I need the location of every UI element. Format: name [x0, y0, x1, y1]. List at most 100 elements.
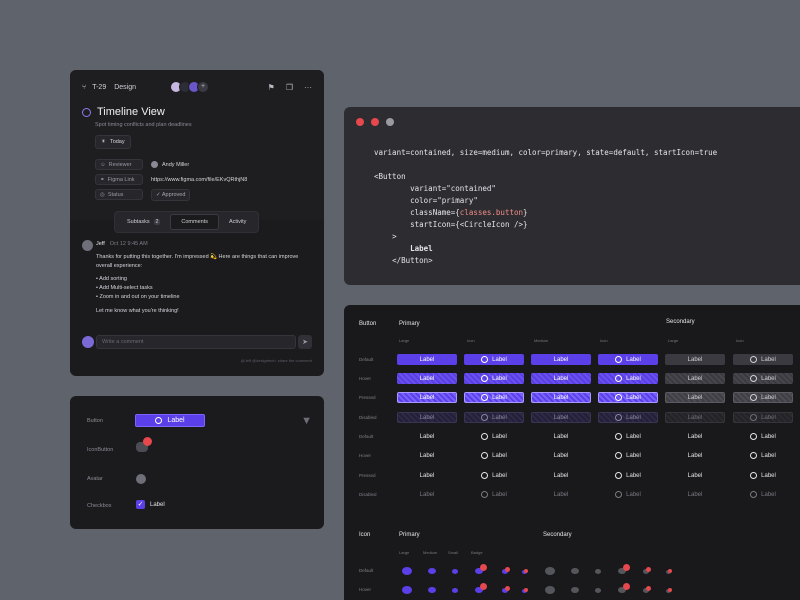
variant-button[interactable]: Label	[464, 489, 524, 500]
demo-checkbox[interactable]: ✓ Label	[136, 500, 165, 509]
variant-button[interactable]: Label	[665, 412, 725, 423]
demo-button[interactable]: Label	[135, 414, 205, 427]
variant-button[interactable]: Label	[397, 412, 457, 423]
variant-button[interactable]: Label	[733, 450, 793, 461]
chat-icon[interactable]	[545, 586, 555, 594]
variant-button[interactable]: Label	[665, 470, 725, 481]
send-icon[interactable]: ➤	[298, 335, 312, 349]
chat-icon[interactable]	[452, 588, 458, 593]
variant-button[interactable]: Label	[531, 412, 591, 423]
variant-button[interactable]: Label	[531, 489, 591, 500]
variant-button[interactable]: Label	[733, 373, 793, 384]
variant-button[interactable]: Label	[665, 373, 725, 384]
subtask-tree-icon[interactable]: ⑂	[82, 84, 86, 91]
tab-subtasks[interactable]: Subtasks 2	[117, 214, 170, 230]
chat-icon[interactable]	[571, 587, 579, 594]
tab-label: Activity	[229, 219, 247, 225]
variant-button[interactable]: Label	[531, 450, 591, 461]
row-label: Disabled	[359, 415, 377, 420]
variant-button[interactable]: Label	[464, 373, 524, 384]
variant-button[interactable]: Label	[397, 392, 457, 403]
chat-icon[interactable]	[595, 569, 601, 574]
copy-icon[interactable]: ❐	[286, 83, 293, 92]
notification-badge	[505, 586, 510, 591]
add-assignee-icon[interactable]: +	[197, 81, 210, 93]
variant-button[interactable]: Label	[598, 431, 658, 442]
button-label: Label	[761, 394, 776, 401]
chat-icon[interactable]	[428, 587, 436, 594]
variant-button[interactable]: Label	[665, 392, 725, 403]
figma-link[interactable]: https://www.figma.com/file/EKvQRthjN8	[151, 177, 247, 183]
variant-button[interactable]: Label	[531, 354, 591, 365]
variant-button[interactable]: Label	[397, 470, 457, 481]
variant-button[interactable]: Label	[397, 354, 457, 365]
task-title[interactable]: Timeline View	[97, 106, 165, 118]
project-name[interactable]: Design	[114, 84, 136, 91]
variant-button[interactable]: Label	[598, 412, 658, 423]
variant-button[interactable]: Label	[397, 489, 457, 500]
comment-input[interactable]	[96, 335, 296, 349]
status-ring-icon[interactable]	[82, 107, 91, 117]
avatar[interactable]	[136, 474, 146, 484]
chat-icon[interactable]	[571, 568, 579, 575]
comment-author[interactable]: Jeff	[96, 240, 105, 249]
variant-button[interactable]: Label	[598, 450, 658, 461]
notification-badge	[143, 437, 152, 446]
variant-button[interactable]: Label	[598, 489, 658, 500]
variant-button[interactable]: Label	[464, 450, 524, 461]
chat-icon[interactable]	[402, 567, 412, 575]
variant-button[interactable]: Label	[397, 431, 457, 442]
variant-button[interactable]: Label	[531, 373, 591, 384]
code-open-tag: <Button	[374, 172, 406, 181]
variant-button[interactable]: Label	[598, 470, 658, 481]
chat-icon[interactable]	[452, 569, 458, 574]
variant-button[interactable]: Label	[598, 373, 658, 384]
window-close-icon[interactable]	[356, 118, 364, 126]
variant-button[interactable]: Label	[665, 450, 725, 461]
variant-button[interactable]: Label	[531, 392, 591, 403]
variant-button[interactable]: Label	[464, 470, 524, 481]
button-label: Label	[687, 356, 703, 363]
button-label: Label	[687, 472, 703, 479]
variant-button[interactable]: Label	[733, 431, 793, 442]
chat-icon[interactable]	[428, 568, 436, 575]
task-description[interactable]: Spot timing conflicts and plan deadlines	[95, 122, 312, 128]
more-icon[interactable]: ···	[304, 83, 312, 92]
variant-button[interactable]: Label	[464, 354, 524, 365]
tab-comments[interactable]: Comments	[170, 214, 219, 230]
variant-button[interactable]: Label	[598, 392, 658, 403]
flag-icon[interactable]: ⚑	[268, 83, 275, 92]
variant-button[interactable]: Label	[733, 392, 793, 403]
variant-button[interactable]: Label	[733, 489, 793, 500]
status-badge[interactable]: ✓ Approved	[151, 188, 191, 201]
variant-button[interactable]: Label	[665, 354, 725, 365]
variant-button[interactable]: Label	[531, 470, 591, 481]
variant-button[interactable]: Label	[733, 354, 793, 365]
status-icon: ◎	[100, 191, 105, 198]
button-label: Label	[626, 356, 641, 363]
variant-button[interactable]: Label	[397, 373, 457, 384]
button-label: Label	[687, 375, 703, 382]
variant-button[interactable]: Label	[665, 431, 725, 442]
reviewer-value[interactable]: Andy Miller	[151, 161, 189, 168]
window-minimize-icon[interactable]	[371, 118, 379, 126]
variant-button[interactable]: Label	[733, 412, 793, 423]
chat-icon[interactable]	[595, 588, 601, 593]
variant-button[interactable]: Label	[733, 470, 793, 481]
code-children: Label	[410, 244, 433, 253]
variant-button[interactable]: Label	[598, 354, 658, 365]
variant-button[interactable]: Label	[464, 412, 524, 423]
props-line: variant=contained, size=medium, color=pr…	[374, 148, 718, 157]
due-date-chip[interactable]: ☀ Today	[95, 135, 131, 149]
variant-button[interactable]: Label	[464, 431, 524, 442]
tab-activity[interactable]: Activity	[219, 214, 256, 230]
checkbox-checked-icon: ✓	[136, 500, 145, 509]
window-maximize-icon[interactable]	[386, 118, 394, 126]
chat-icon[interactable]	[402, 586, 412, 594]
chat-icon[interactable]	[545, 567, 555, 575]
variant-button[interactable]: Label	[531, 431, 591, 442]
variant-button[interactable]: Label	[397, 450, 457, 461]
variant-button[interactable]: Label	[464, 392, 524, 403]
assignee-avatars[interactable]: +	[170, 81, 210, 93]
variant-button[interactable]: Label	[665, 489, 725, 500]
